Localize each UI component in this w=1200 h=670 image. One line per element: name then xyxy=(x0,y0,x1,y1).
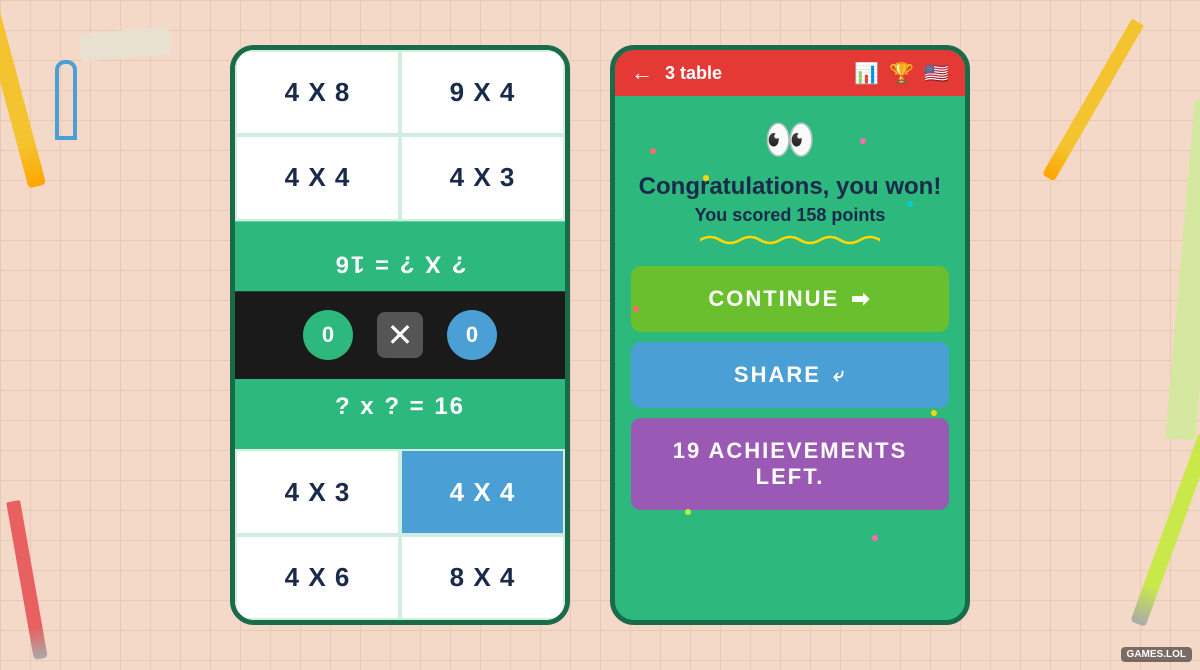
share-label: SHARE xyxy=(734,362,821,388)
right-phone-card: ← 3 table 📊 🏆 🇺🇸 👀 Congratulations, you … xyxy=(610,45,970,625)
right-body: 👀 Congratulations, you won! You scored 1… xyxy=(615,96,965,620)
confetti-3 xyxy=(860,138,866,144)
congrats-text: Congratulations, you won! xyxy=(639,173,942,201)
deco-pencil-left xyxy=(0,0,46,189)
deco-pencil-right xyxy=(1130,433,1200,626)
achievements-button[interactable]: 19 ACHIEVEMENTS LEFT. xyxy=(631,418,949,510)
confetti-7 xyxy=(685,509,691,515)
left-phone-card: 4 X 8 9 X 4 4 X 4 4 X 3 ? X ? = 16 0 ✕ 0… xyxy=(230,45,570,625)
continue-label: CONTINUE xyxy=(708,286,839,312)
deco-clip-left xyxy=(55,60,77,140)
score-left: 0 xyxy=(303,310,353,360)
header-icons: 📊 🏆 🇺🇸 xyxy=(854,61,949,86)
confetti-8 xyxy=(872,535,878,541)
deco-pencil-bottom-left xyxy=(6,500,48,660)
cell-r4c0[interactable]: 4 X 6 xyxy=(235,535,400,620)
question-banner: ? x ? = 16 xyxy=(235,379,565,449)
confetti-5 xyxy=(633,306,639,312)
cell-r3c1[interactable]: 4 X 4 xyxy=(400,449,565,534)
deco-ruler-right xyxy=(1165,99,1200,440)
share-button[interactable]: SHARE ⤶ xyxy=(631,342,949,408)
deco-eraser-top xyxy=(79,26,171,62)
deco-pencil-top-right xyxy=(1042,19,1144,182)
cell-r0c0[interactable]: 4 X 8 xyxy=(235,50,400,135)
cell-r4c1[interactable]: 8 X 4 xyxy=(400,535,565,620)
confetti-2 xyxy=(703,175,709,181)
back-button[interactable]: ← xyxy=(631,60,653,86)
score-bar: 0 ✕ 0 xyxy=(235,291,565,379)
cell-r1c0[interactable]: 4 X 4 xyxy=(235,135,400,220)
wavy-line xyxy=(700,234,880,246)
confetti-6 xyxy=(931,410,937,416)
cell-r3c0[interactable]: 4 X 3 xyxy=(235,449,400,534)
share-icon: ⤶ xyxy=(833,364,846,387)
chart-icon[interactable]: 📊 xyxy=(854,61,879,86)
confetti-4 xyxy=(907,201,913,207)
games-lol-badge: GAMES.LOL xyxy=(1121,647,1192,662)
flag-icon[interactable]: 🇺🇸 xyxy=(924,61,949,86)
confetti-1 xyxy=(650,148,656,154)
header-title: 3 table xyxy=(665,63,842,84)
x-icon: ✕ xyxy=(377,312,423,358)
question-banner-mirrored: ? X ? = 16 xyxy=(235,221,565,291)
trophy-icon[interactable]: 🏆 xyxy=(889,61,914,86)
score-text: You scored 158 points xyxy=(695,205,886,226)
continue-button[interactable]: CONTINUE ➡ xyxy=(631,266,949,332)
math-grid: 4 X 8 9 X 4 4 X 4 4 X 3 ? X ? = 16 0 ✕ 0… xyxy=(235,50,565,620)
cell-r1c1[interactable]: 4 X 3 xyxy=(400,135,565,220)
score-right: 0 xyxy=(447,310,497,360)
eyes-emoji: 👀 xyxy=(764,116,816,165)
right-header: ← 3 table 📊 🏆 🇺🇸 xyxy=(615,50,965,96)
achievements-label: 19 ACHIEVEMENTS LEFT. xyxy=(655,438,925,490)
cell-r0c1[interactable]: 9 X 4 xyxy=(400,50,565,135)
continue-icon: ➡ xyxy=(851,286,871,312)
